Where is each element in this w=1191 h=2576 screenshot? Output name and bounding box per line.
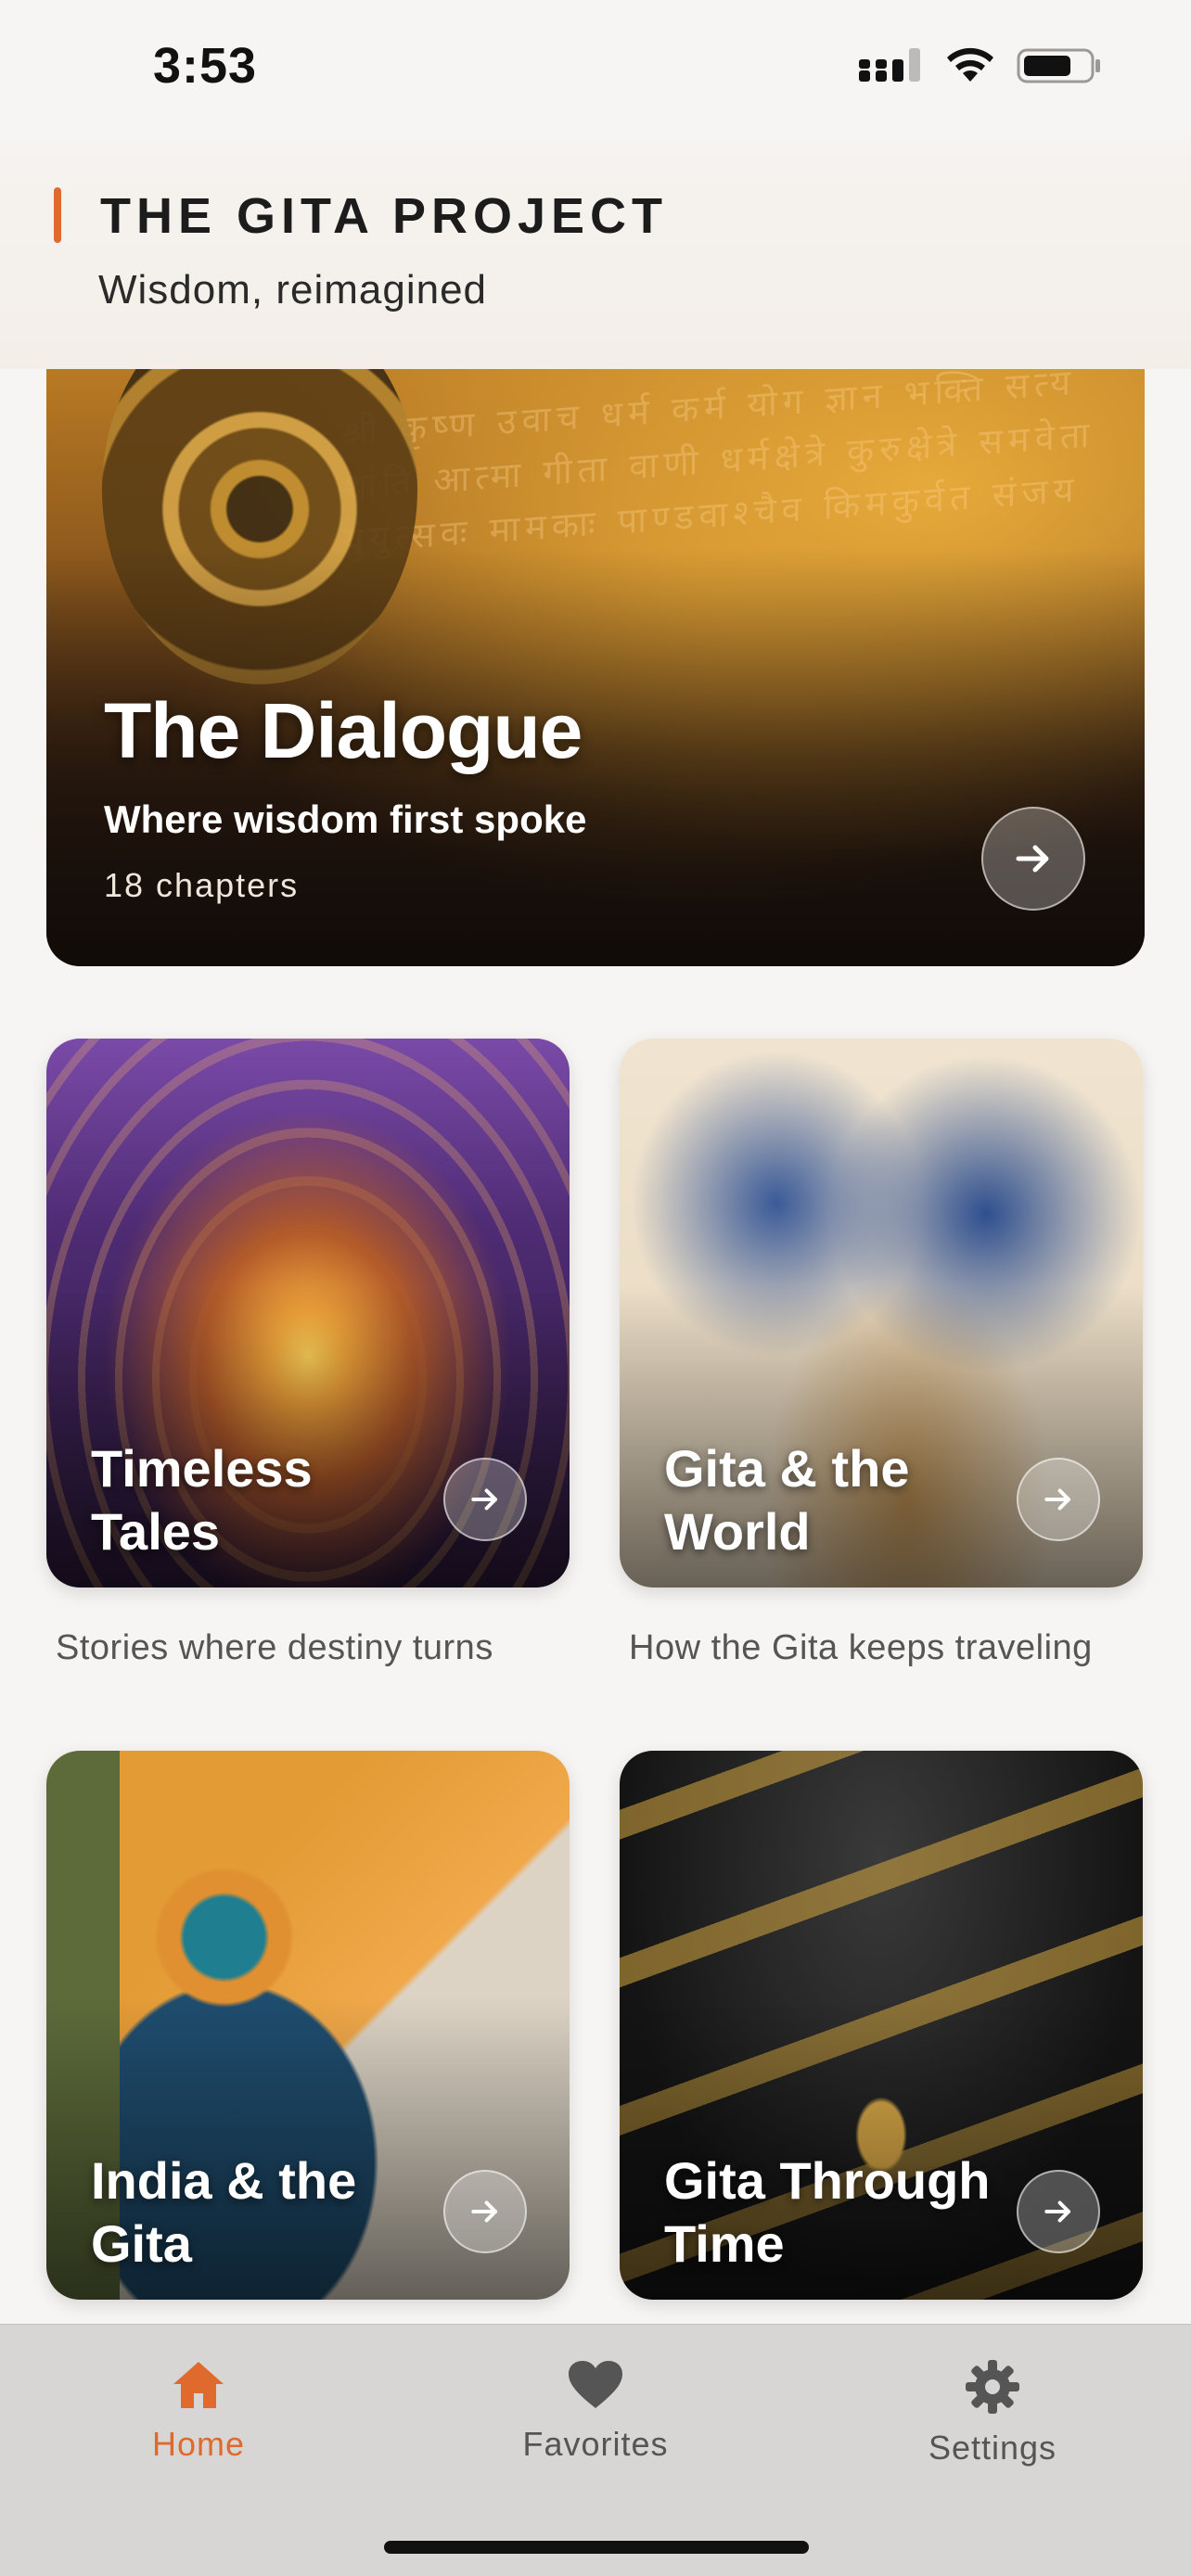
cellular-signal-icon [859,48,920,82]
card-open-button[interactable] [443,2170,527,2253]
hero-chapter-count: 18 chapters [104,866,300,904]
card-india-and-the-gita[interactable]: India & the Gita [46,1751,570,2300]
tab-label: Home [151,2425,246,2463]
app-title: THE GITA PROJECT [100,188,669,244]
battery-icon [1017,48,1100,83]
card-open-button[interactable] [443,1458,527,1541]
card-gita-through-time[interactable]: Gita Through Time [620,1751,1143,2300]
wifi-icon [947,47,993,82]
header-accent-bar [54,187,61,243]
hero-open-button[interactable] [981,807,1085,911]
heart-icon [569,2361,622,2408]
hero-tagline: Where wisdom first spoke [104,797,587,841]
hero-title: The Dialogue [104,687,583,774]
card-caption-gita-and-the-world: How the Gita keeps traveling [629,1628,1093,1667]
arrow-right-icon [1044,2200,1071,2223]
card-timeless-tales[interactable]: Timeless Tales [46,1039,570,1588]
gear-icon [966,2360,1019,2414]
card-open-button[interactable] [1017,1458,1100,1541]
card-title: Gita & the World [664,1439,910,1561]
card-title: India & the Gita [91,2151,357,2273]
home-icon [173,2362,224,2408]
card-gita-and-the-world[interactable]: Gita & the World [620,1039,1143,1588]
app-subtitle: Wisdom, reimagined [98,267,488,312]
arrow-right-icon [471,2200,498,2223]
card-caption-timeless-tales: Stories where destiny turns [56,1628,493,1667]
status-time: 3:53 [153,38,258,94]
status-icons [859,46,1102,83]
tab-label: Favorites [522,2425,669,2463]
tab-settings[interactable]: Settings [853,2343,1132,2468]
card-title: Gita Through Time [664,2151,991,2273]
featured-card-dialogue[interactable]: श्री कृष्ण उवाच धर्म कर्म योग ज्ञान भक्त… [46,369,1145,966]
tab-label: Settings [928,2429,1057,2467]
tab-favorites[interactable]: Favorites [456,2343,735,2464]
tab-home[interactable]: Home [59,2343,338,2464]
arrow-right-icon [471,1488,498,1511]
bottom-tab-bar: Home Favorites Settings [0,2324,1191,2576]
card-open-button[interactable] [1017,2170,1100,2253]
arrow-right-icon [1044,1488,1071,1511]
app-header: THE GITA PROJECT Wisdom, reimagined [0,139,1191,369]
card-title: Timeless Tales [91,1439,313,1561]
arrow-right-icon [1016,845,1049,873]
home-indicator[interactable] [384,2541,809,2554]
status-bar: 3:53 [0,0,1191,139]
